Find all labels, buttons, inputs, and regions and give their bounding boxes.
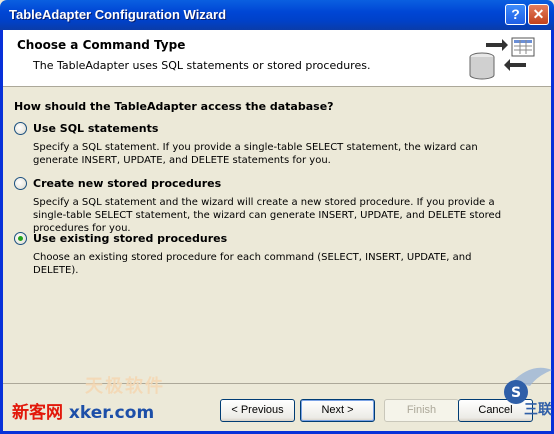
- watermark-xker-en: xker.com: [68, 403, 155, 423]
- option-label[interactable]: Use existing stored procedures: [33, 232, 227, 245]
- watermark-xker-cn: 新客网: [12, 403, 63, 423]
- close-icon: ✕: [532, 6, 545, 22]
- watermark-yesky: 天极软件: [85, 376, 165, 397]
- help-button[interactable]: ?: [505, 4, 526, 25]
- radio-use-sql-statements[interactable]: [14, 122, 27, 135]
- watermark-sanlian-text: 三联: [524, 402, 553, 418]
- next-button[interactable]: Next >: [300, 399, 375, 422]
- access-question: How should the TableAdapter access the d…: [14, 100, 334, 113]
- watermark-sanlian-logo: S 三联: [504, 367, 553, 418]
- option-description: Specify a SQL statement and the wizard w…: [33, 197, 502, 234]
- window-title: TableAdapter Configuration Wizard: [9, 7, 227, 22]
- page-title: Choose a Command Type: [17, 38, 186, 52]
- close-button[interactable]: ✕: [528, 4, 549, 25]
- radio-create-new-stored-procedures[interactable]: [14, 177, 27, 190]
- watermark-xker: 新客网 xker.com: [12, 398, 154, 423]
- option-description: Choose an existing stored procedure for …: [33, 252, 472, 276]
- window-titlebar[interactable]: TableAdapter Configuration Wizard ? ✕: [0, 0, 554, 30]
- option-description: Specify a SQL statement. If you provide …: [33, 142, 478, 166]
- radio-use-existing-stored-procedures[interactable]: [14, 232, 27, 245]
- wizard-header: Choose a Command Type The TableAdapter u…: [3, 30, 551, 87]
- previous-button[interactable]: < Previous: [220, 399, 295, 422]
- wizard-content: How should the TableAdapter access the d…: [3, 87, 551, 383]
- option-label[interactable]: Use SQL statements: [33, 122, 158, 135]
- finish-button[interactable]: Finish: [384, 399, 459, 422]
- option-label[interactable]: Create new stored procedures: [33, 177, 221, 190]
- database-command-icon: [469, 37, 535, 80]
- page-subtitle: The TableAdapter uses SQL statements or …: [33, 59, 371, 72]
- svg-text:S: S: [511, 385, 521, 401]
- help-icon: ?: [511, 6, 520, 22]
